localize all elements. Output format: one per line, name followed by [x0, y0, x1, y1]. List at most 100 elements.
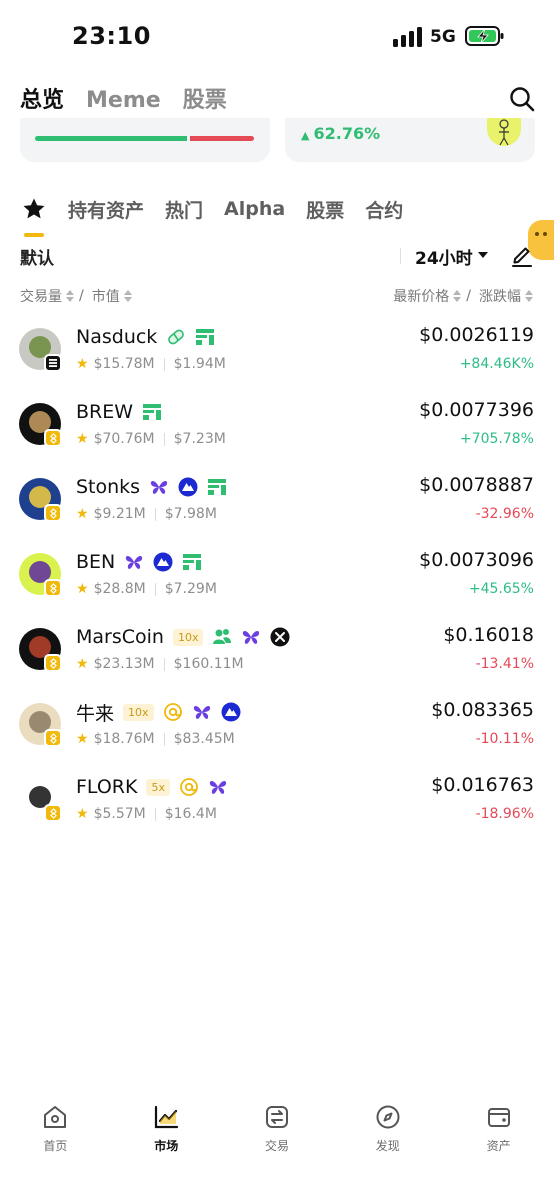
sentiment-bar-up [35, 136, 187, 141]
sentiment-card[interactable] [20, 118, 270, 162]
token-name-line: Stonks [76, 474, 227, 500]
compass-icon [376, 1105, 400, 1129]
chain-badge [44, 654, 62, 672]
token-name: FLORK [76, 776, 138, 798]
sort-arrows-icon[interactable] [66, 289, 74, 303]
tab-meme[interactable]: Meme [86, 88, 161, 113]
sort-slash: / [79, 288, 84, 304]
tab-favorites[interactable] [22, 197, 46, 237]
favorite-star-icon[interactable]: ★ [76, 806, 89, 822]
leverage-badge: 10x [123, 703, 154, 721]
token-name-line: 牛来 10x [76, 699, 241, 725]
token-price: $0.0077396 [419, 399, 534, 421]
trend-card[interactable]: ▲ 62.76% [285, 118, 535, 162]
token-volume: $9.21M [93, 506, 146, 522]
token-name-line: MarsCoin 10x [76, 624, 290, 650]
edit-icon[interactable] [510, 243, 534, 267]
token-row[interactable]: Nasduck ★ $15.78M $1.94M $0.0026119 +84.46K% [0, 320, 554, 395]
favorite-star-icon[interactable]: ★ [76, 356, 89, 372]
tab-hot[interactable]: 热门 [165, 196, 203, 223]
token-price: $0.016763 [431, 774, 534, 796]
tab-alpha[interactable]: Alpha [224, 198, 285, 220]
token-volume: $70.76M [93, 431, 155, 447]
trend-change: ▲ 62.76% [301, 124, 380, 143]
bottom-nav: 首页 市场 交易 发现 资产 [0, 1090, 554, 1200]
signal-icon [393, 27, 422, 47]
favorite-star-icon[interactable]: ★ [76, 656, 89, 672]
bnb-chain-icon [49, 807, 57, 819]
star-icon [23, 198, 45, 219]
nav-market-label: 市场 [154, 1139, 179, 1153]
butterfly-icon [192, 702, 212, 722]
nav-trade[interactable]: 交易 [222, 1090, 333, 1200]
leverage-badge: 5x [146, 778, 170, 796]
active-tab-indicator [24, 233, 44, 237]
sort-default-button[interactable]: 默认 [20, 244, 54, 269]
favorite-star-icon[interactable]: ★ [76, 431, 89, 447]
market-sub-tabs: 持有资产 热门 Alpha 股票 合约 [22, 194, 424, 237]
token-row[interactable]: MarsCoin 10x ★ $23.13M $160.11M $0.16018 -13.4… [0, 620, 554, 695]
nav-home-label: 首页 [43, 1139, 68, 1153]
token-name: Nasduck [76, 326, 158, 348]
sort-arrows-icon[interactable] [525, 289, 533, 303]
nav-assets[interactable]: 资产 [443, 1090, 554, 1200]
favorite-star-icon[interactable]: ★ [76, 581, 89, 597]
token-row[interactable]: 牛来 10x ★ $18.76M $83.45M $0.083365 -10.11% [0, 695, 554, 770]
status-time: 23:10 [72, 22, 151, 50]
people-icon [212, 627, 232, 647]
favorite-star-icon[interactable]: ★ [76, 731, 89, 747]
up-triangle-icon: ▲ [301, 129, 310, 142]
at-icon [163, 702, 183, 722]
exchange-card-icon [182, 552, 202, 572]
sort-volume[interactable]: 交易量 [20, 286, 62, 306]
search-icon[interactable] [508, 85, 536, 113]
chain-badge [44, 429, 62, 447]
token-row[interactable]: Stonks ★ $9.21M $7.98M $0.0078887 -32.96% [0, 470, 554, 545]
caret-down-icon[interactable] [478, 252, 488, 258]
butterfly-icon [208, 777, 228, 797]
bnb-chain-icon [49, 732, 57, 744]
meta-divider [163, 357, 165, 371]
token-name-line: Nasduck [76, 324, 215, 350]
token-row[interactable]: BEN ★ $28.8M $7.29M $0.0073096 +45.65% [0, 545, 554, 620]
trade-swap-icon [265, 1106, 288, 1128]
tab-overview[interactable]: 总览 [20, 82, 64, 114]
trend-change-value: 62.76% [313, 124, 381, 143]
period-selector[interactable]: 24小时 [415, 244, 473, 269]
sort-latest-price[interactable]: 最新价格 [393, 286, 449, 306]
meta-divider [154, 507, 156, 521]
meta-divider [154, 582, 156, 596]
tab-stocks[interactable]: 股票 [183, 82, 227, 114]
nav-home[interactable]: 首页 [0, 1090, 111, 1200]
nav-discover[interactable]: 发现 [332, 1090, 443, 1200]
token-row[interactable]: FLORK 5x ★ $5.57M $16.4M $0.016763 -18.96% [0, 770, 554, 845]
sort-arrows-icon[interactable] [123, 289, 132, 303]
token-volume: $28.8M [93, 581, 146, 597]
solana-icon [49, 359, 57, 367]
favorite-star-icon[interactable]: ★ [76, 506, 89, 522]
tab-futures[interactable]: 合约 [365, 196, 403, 223]
sort-change[interactable]: 涨跌幅 [479, 286, 521, 306]
token-change: +45.65% [468, 581, 534, 597]
token-name: Stonks [76, 476, 141, 498]
token-market-cap: $7.29M [164, 581, 217, 597]
sort-header-left: 交易量 / 市值 [20, 286, 137, 306]
sort-arrows-icon[interactable] [453, 289, 462, 303]
token-volume: $23.13M [93, 656, 155, 672]
chain-badge [44, 729, 62, 747]
sort-market-cap[interactable]: 市值 [92, 286, 120, 306]
mountain-badge-icon [221, 702, 241, 722]
market-chart-icon [155, 1105, 179, 1129]
tab-holdings[interactable]: 持有资产 [68, 196, 144, 223]
tab-sub-stocks[interactable]: 股票 [306, 196, 344, 223]
chain-badge [44, 579, 62, 597]
meta-divider [163, 657, 165, 671]
token-row[interactable]: BREW ★ $70.76M $7.23M $0.0077396 +705.78% [0, 395, 554, 470]
token-market-cap: $7.23M [173, 431, 226, 447]
nav-market[interactable]: 市场 [111, 1090, 222, 1200]
at-icon [179, 777, 199, 797]
token-market-cap: $16.4M [164, 806, 217, 822]
token-name-line: BEN [76, 549, 202, 575]
nav-discover-label: 发现 [375, 1139, 400, 1153]
meta-divider [163, 432, 165, 446]
